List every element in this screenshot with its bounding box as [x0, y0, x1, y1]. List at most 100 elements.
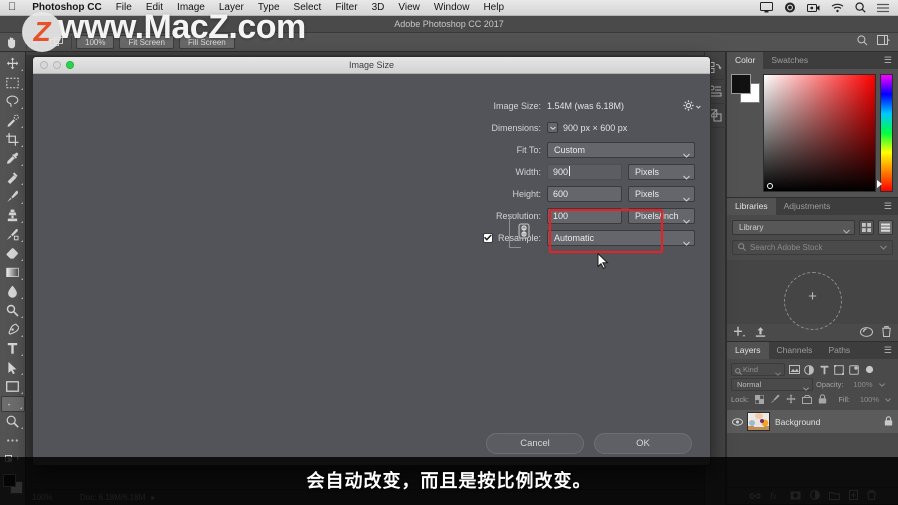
- apple-icon[interactable]: : [8, 2, 16, 13]
- list-view-icon[interactable]: [878, 220, 893, 235]
- chevron-down-icon[interactable]: [880, 243, 887, 252]
- rectangle-tool[interactable]: [1, 377, 25, 396]
- ok-button[interactable]: OK: [594, 433, 692, 454]
- type-filter-icon[interactable]: [818, 364, 830, 376]
- tab-libraries[interactable]: Libraries: [727, 198, 776, 215]
- add-content-icon[interactable]: [734, 324, 746, 342]
- history-brush-tool[interactable]: [1, 225, 25, 244]
- tab-adjustments[interactable]: Adjustments: [776, 198, 839, 215]
- hand-tool[interactable]: [0, 396, 25, 412]
- quick-selection-tool[interactable]: [1, 111, 25, 130]
- opacity-value[interactable]: 100%: [847, 379, 872, 391]
- fit-to-select[interactable]: Custom: [547, 141, 695, 158]
- lock-image-icon[interactable]: [770, 391, 780, 409]
- control-center-icon[interactable]: [877, 3, 889, 13]
- grid-view-icon[interactable]: [859, 220, 874, 235]
- dropbox-icon[interactable]: [784, 2, 796, 13]
- resolution-unit-select[interactable]: Pixels/Inch: [628, 207, 695, 224]
- library-select-value: Library: [739, 223, 764, 232]
- menu-item-filter[interactable]: Filter: [328, 2, 364, 13]
- color-swatch-stack[interactable]: [731, 74, 760, 104]
- width-unit-select[interactable]: Pixels: [628, 163, 695, 180]
- tab-layers[interactable]: Layers: [727, 342, 769, 359]
- panel-menu-icon[interactable]: ☰: [884, 56, 898, 65]
- fill-chevron-icon[interactable]: [882, 394, 894, 406]
- dialog-title-bar: Image Size: [33, 57, 710, 74]
- hue-slider[interactable]: [877, 74, 893, 192]
- menu-item-view[interactable]: View: [391, 2, 427, 13]
- macz-watermark-text: www.MacZ.com: [58, 8, 306, 46]
- dimensions-toggle-button[interactable]: [547, 122, 558, 133]
- tab-paths[interactable]: Paths: [820, 342, 858, 359]
- blend-mode-select[interactable]: Normal: [731, 378, 813, 391]
- upload-icon[interactable]: [755, 324, 766, 342]
- spotlight-search-icon[interactable]: [855, 2, 866, 13]
- gradient-tool[interactable]: [1, 263, 25, 282]
- filter-toggle-icon[interactable]: [863, 364, 875, 376]
- lock-transparency-icon[interactable]: [754, 391, 765, 409]
- link-constrain-icon[interactable]: [517, 217, 531, 245]
- brush-tool[interactable]: [1, 187, 25, 206]
- crop-tool[interactable]: [1, 130, 25, 149]
- panel-menu-icon[interactable]: ☰: [884, 346, 898, 355]
- panel-menu-icon[interactable]: ☰: [884, 202, 898, 211]
- rectangular-marquee-tool[interactable]: [1, 73, 25, 92]
- hand-tool-icon[interactable]: [0, 33, 22, 52]
- horizontal-type-tool[interactable]: [1, 339, 25, 358]
- edit-toolbar-tool[interactable]: [1, 431, 25, 450]
- search-icon[interactable]: [857, 33, 868, 51]
- menu-item-window[interactable]: Window: [427, 2, 477, 13]
- tab-color[interactable]: Color: [727, 52, 764, 69]
- adjustment-filter-icon[interactable]: [803, 364, 815, 376]
- color-field[interactable]: [763, 74, 876, 192]
- layer-filter-kind-select[interactable]: Kind: [731, 363, 785, 376]
- resample-select[interactable]: Automatic: [547, 229, 695, 246]
- resample-checkbox[interactable]: [482, 232, 493, 243]
- resolution-input[interactable]: 100: [547, 207, 622, 224]
- foreground-color-swatch[interactable]: [731, 74, 751, 94]
- gear-icon[interactable]: [683, 100, 701, 111]
- lock-icon[interactable]: [884, 413, 893, 431]
- path-selection-tool[interactable]: [1, 358, 25, 377]
- cancel-button[interactable]: Cancel: [486, 433, 584, 454]
- opacity-chevron-icon[interactable]: [876, 379, 888, 391]
- fill-value[interactable]: 100%: [853, 394, 879, 406]
- display-icon[interactable]: [760, 2, 773, 13]
- move-tool[interactable]: [1, 54, 25, 73]
- height-input[interactable]: 600: [547, 185, 622, 202]
- lasso-tool[interactable]: [1, 92, 25, 111]
- width-input[interactable]: 900: [547, 163, 622, 180]
- delete-icon[interactable]: [882, 324, 891, 342]
- screen-record-icon[interactable]: [807, 3, 820, 13]
- adobe-stock-search-input[interactable]: Search Adobe Stock: [732, 240, 893, 255]
- menu-item-help[interactable]: Help: [476, 2, 511, 13]
- layer-row-background[interactable]: Background: [727, 410, 898, 433]
- menu-item-3d[interactable]: 3D: [365, 2, 392, 13]
- hue-slider-handle[interactable]: [877, 180, 882, 188]
- lock-all-icon[interactable]: [818, 391, 827, 409]
- eyedropper-tool[interactable]: [1, 149, 25, 168]
- tab-swatches[interactable]: Swatches: [763, 52, 816, 69]
- shape-filter-icon[interactable]: [833, 364, 845, 376]
- image-size-dialog[interactable]: Image Size Image Size: 1.54M (was 6.18M)…: [32, 56, 711, 466]
- library-select[interactable]: Library: [732, 220, 855, 235]
- smart-object-filter-icon[interactable]: [848, 364, 860, 376]
- height-unit-select[interactable]: Pixels: [628, 185, 695, 202]
- pen-tool[interactable]: [1, 320, 25, 339]
- wifi-icon[interactable]: [831, 3, 844, 13]
- workspace-icon[interactable]: [877, 33, 890, 51]
- lock-position-icon[interactable]: [786, 391, 796, 409]
- color-field-picker[interactable]: [767, 183, 773, 189]
- chevron-down-icon: [843, 225, 850, 239]
- clone-stamp-tool[interactable]: [1, 206, 25, 225]
- eye-icon[interactable]: [732, 413, 743, 431]
- pixel-filter-icon[interactable]: [788, 364, 800, 376]
- dodge-tool[interactable]: [1, 301, 25, 320]
- tab-channels[interactable]: Channels: [769, 342, 821, 359]
- creative-cloud-icon[interactable]: [860, 324, 873, 342]
- library-drop-zone[interactable]: +: [727, 260, 898, 330]
- zoom-tool[interactable]: [1, 412, 25, 431]
- spot-healing-brush-tool[interactable]: [1, 168, 25, 187]
- eraser-tool[interactable]: [1, 244, 25, 263]
- blur-tool[interactable]: [1, 282, 25, 301]
